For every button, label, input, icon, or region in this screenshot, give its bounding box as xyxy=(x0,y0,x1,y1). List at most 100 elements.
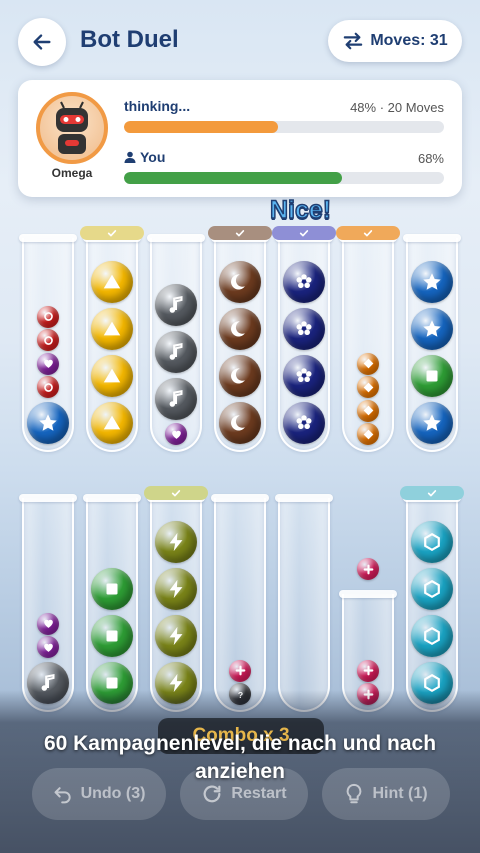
hexagon-icon xyxy=(424,626,440,645)
check-icon xyxy=(299,230,309,237)
ball xyxy=(27,401,69,444)
square-icon xyxy=(426,370,438,381)
player-progress-bar xyxy=(124,172,444,184)
bolt-icon xyxy=(169,579,183,598)
ball xyxy=(411,520,453,563)
heart-icon xyxy=(43,359,53,369)
square-icon xyxy=(106,583,118,594)
ball xyxy=(155,567,197,610)
bot-avatar xyxy=(36,92,108,164)
moon-icon xyxy=(231,367,245,384)
hint-label: Hint (1) xyxy=(372,785,428,802)
swap-icon xyxy=(344,32,363,50)
completed-cap xyxy=(80,226,144,240)
check-icon xyxy=(427,490,437,497)
moves-counter: Moves: 31 xyxy=(328,20,462,62)
bot-name: Omega xyxy=(51,166,93,180)
diamond-icon xyxy=(363,382,373,393)
check-icon xyxy=(235,230,245,237)
ball xyxy=(219,401,261,444)
ball xyxy=(91,567,133,610)
triangle-icon xyxy=(103,274,121,288)
check-icon xyxy=(363,230,373,237)
note-icon xyxy=(169,295,183,313)
feedback-text: Nice! xyxy=(269,195,332,225)
ball xyxy=(155,520,197,563)
moves-label: Moves: 31 xyxy=(370,32,448,49)
ball xyxy=(283,354,325,397)
flower-icon xyxy=(296,320,312,335)
note-icon xyxy=(169,342,183,360)
ball xyxy=(155,614,197,657)
hexagon-icon xyxy=(424,579,440,598)
lifted-ball xyxy=(357,558,379,580)
ball xyxy=(155,284,197,326)
ball xyxy=(357,352,379,375)
bolt-icon xyxy=(169,626,183,645)
moon-icon xyxy=(231,273,245,290)
ball xyxy=(411,567,453,610)
page-title: Bot Duel xyxy=(80,26,179,53)
plus-icon xyxy=(363,665,373,676)
star-icon xyxy=(423,413,441,431)
triangle-icon xyxy=(103,321,121,335)
duel-card: Omega thinking... 48% · 20 Moves You 68% xyxy=(18,80,462,197)
bot-progress-bar xyxy=(124,121,444,133)
ball xyxy=(155,378,197,420)
moon-icon xyxy=(231,414,245,431)
restart-icon xyxy=(204,785,221,803)
lightbulb-icon xyxy=(347,783,362,804)
flower-icon xyxy=(296,273,312,288)
ball xyxy=(411,354,453,397)
back-button[interactable] xyxy=(18,18,66,66)
check-icon xyxy=(171,490,181,497)
undo-label: Undo (3) xyxy=(80,785,146,802)
note-icon xyxy=(169,389,183,407)
completed-cap xyxy=(336,226,400,240)
ball xyxy=(91,401,133,444)
promo-caption: 60 Kampagnenlevel, die nach und nach anz… xyxy=(43,732,437,783)
triangle-icon xyxy=(103,415,121,429)
hexagon-icon xyxy=(424,532,440,551)
ball xyxy=(219,354,261,397)
ball xyxy=(219,307,261,350)
heart-icon xyxy=(171,430,181,439)
triangle-icon xyxy=(103,368,121,382)
ball xyxy=(37,305,59,328)
ball xyxy=(91,307,133,350)
bot-status: thinking... xyxy=(124,98,191,114)
ring-icon xyxy=(43,312,53,322)
arrow-left-icon xyxy=(33,34,51,50)
player-progress-fill xyxy=(124,172,342,184)
ball xyxy=(155,331,197,373)
top-bar: Bot Duel Moves: 31 xyxy=(0,0,480,80)
row2-tube[interactable] xyxy=(275,494,333,712)
ball xyxy=(91,614,133,657)
ball xyxy=(411,260,453,303)
heart-icon xyxy=(43,643,53,652)
check-icon xyxy=(107,230,117,237)
ball xyxy=(219,260,261,303)
ball xyxy=(283,401,325,444)
star-icon xyxy=(39,413,57,431)
ball xyxy=(411,307,453,350)
ball xyxy=(91,260,133,303)
star-icon xyxy=(423,272,441,290)
diamond-icon xyxy=(363,405,373,416)
star-icon xyxy=(423,319,441,337)
bot-stats: 48% · 20 Moves xyxy=(350,100,444,115)
ball xyxy=(411,401,453,444)
ball xyxy=(37,612,59,635)
flower-icon xyxy=(296,414,312,429)
ball xyxy=(283,260,325,303)
ball xyxy=(411,614,453,657)
plus-icon xyxy=(235,665,245,676)
undo-icon xyxy=(54,787,71,804)
diamond-icon xyxy=(363,429,373,440)
user-icon xyxy=(124,151,136,163)
restart-label: Restart xyxy=(231,785,287,802)
flower-icon xyxy=(296,367,312,382)
completed-cap xyxy=(272,226,336,240)
ring-icon xyxy=(43,335,53,345)
bolt-icon xyxy=(169,532,183,551)
